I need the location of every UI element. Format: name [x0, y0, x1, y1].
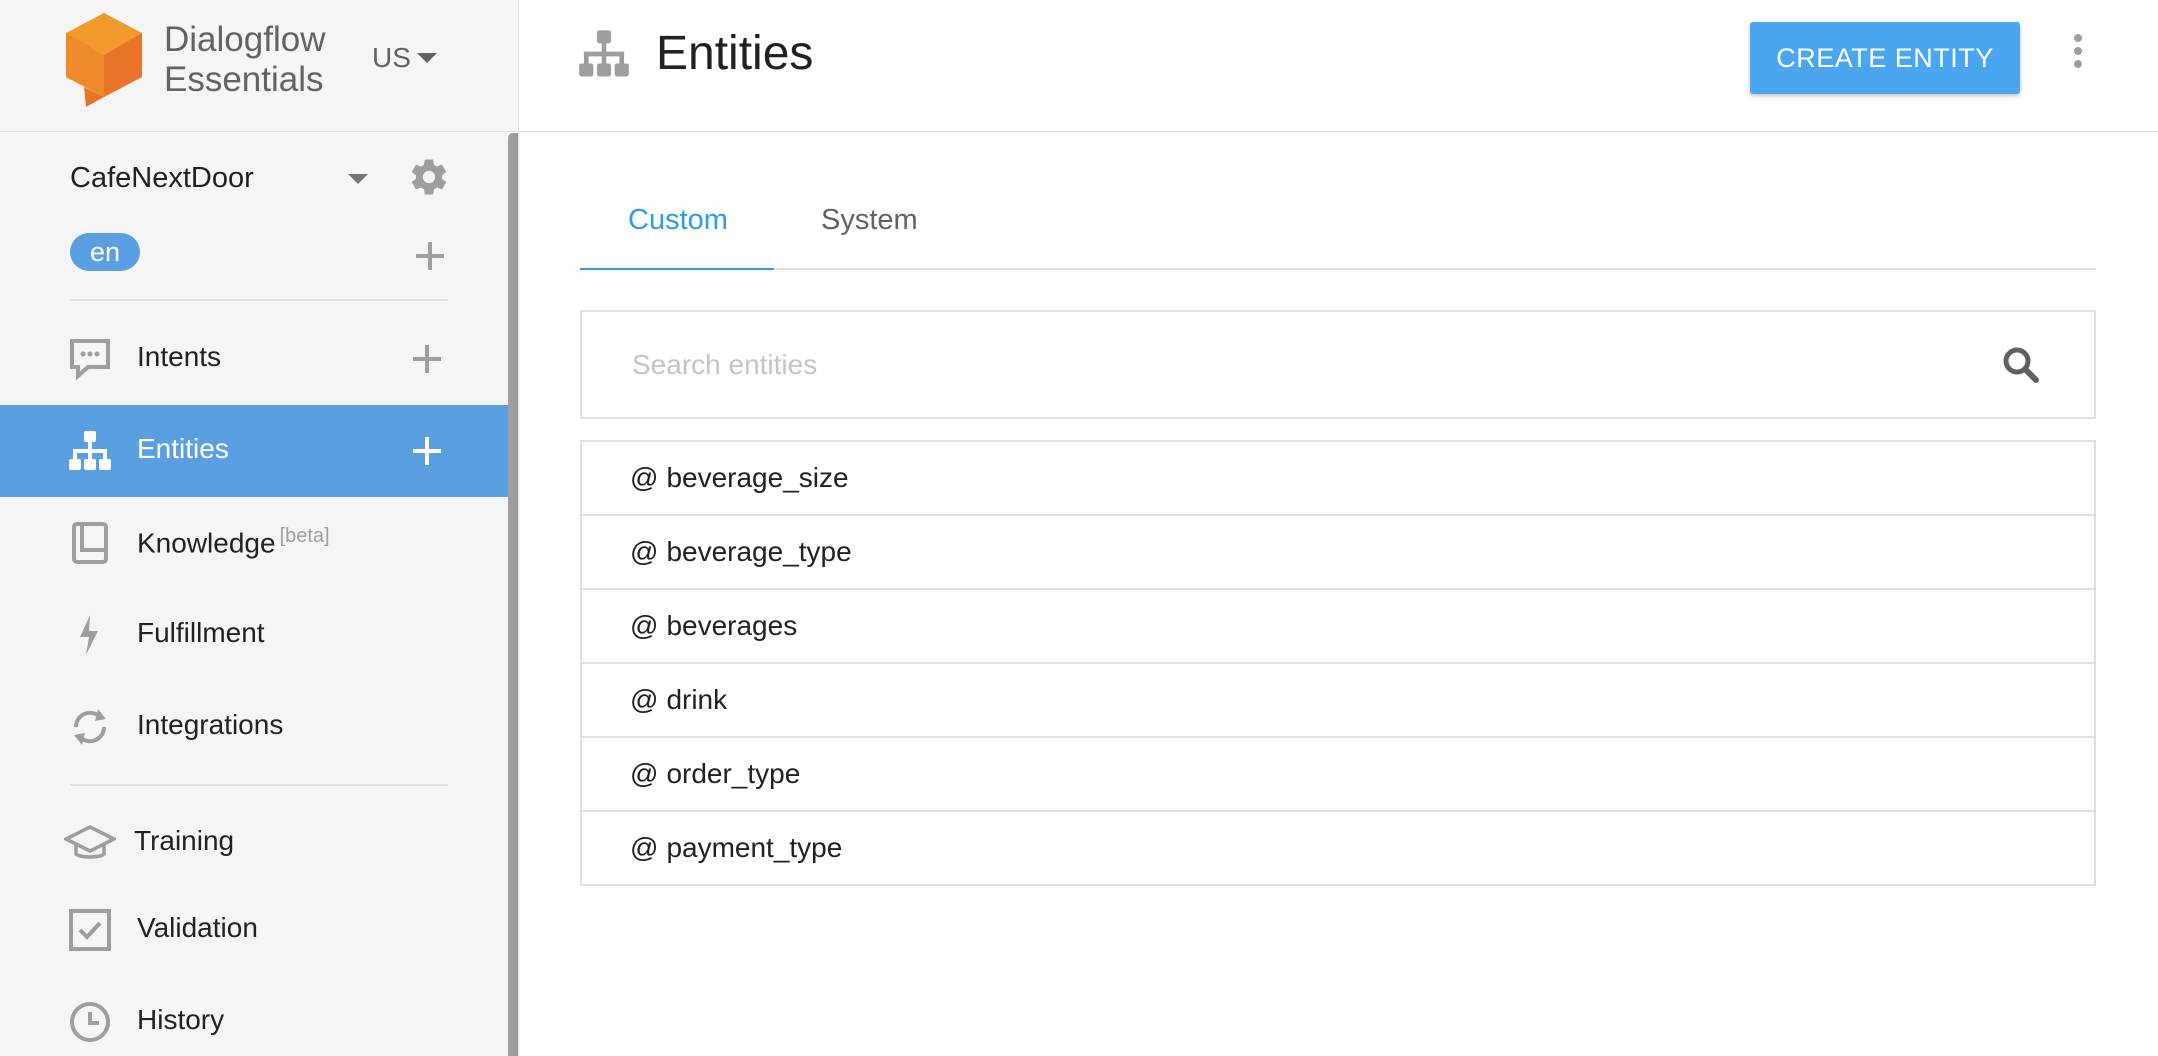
gear-icon[interactable]: [408, 156, 450, 198]
sidebar-item-training[interactable]: Training: [0, 797, 508, 889]
create-entity-button[interactable]: CREATE ENTITY: [1750, 22, 2020, 94]
product-name-line2: Essentials: [164, 60, 324, 99]
dialogflow-logo-icon: [66, 13, 142, 107]
clock-icon: [70, 1002, 110, 1042]
agent-name[interactable]: CafeNextDoor: [70, 162, 254, 195]
at-symbol: @: [630, 462, 659, 493]
book-icon: [72, 522, 108, 564]
sidebar-item-label: Validation: [137, 912, 258, 943]
sidebar-item-label: Integrations: [137, 709, 284, 740]
more-options-icon[interactable]: [2068, 34, 2088, 74]
speech-bubble-icon: [70, 339, 110, 381]
hierarchy-icon: [69, 431, 111, 470]
entity-name: beverage_size: [666, 462, 849, 493]
sidebar-item-label: Entities: [137, 433, 229, 464]
sidebar-item-fulfillment[interactable]: Fulfillment: [0, 589, 508, 681]
search-input[interactable]: [630, 342, 1934, 388]
sidebar-item-label: Training: [134, 825, 235, 856]
add-intent-icon[interactable]: [413, 345, 441, 373]
sidebar-item-integrations[interactable]: Integrations: [0, 681, 508, 773]
product-name: Dialogflow Essentials: [164, 20, 325, 100]
logo-area: Dialogflow Essentials US: [0, 0, 518, 132]
list-item[interactable]: @ payment_type: [582, 812, 2094, 884]
at-symbol: @: [630, 536, 659, 567]
active-tab-indicator: [580, 268, 774, 270]
sync-icon: [73, 709, 107, 745]
chevron-down-icon: [416, 53, 437, 63]
divider: [70, 299, 448, 301]
knowledge-label: Knowledge: [137, 527, 276, 559]
entity-list: @ beverage_size @ beverage_type @ bevera…: [580, 440, 2096, 886]
tab-custom[interactable]: Custom: [628, 204, 728, 237]
list-item[interactable]: @ beverage_size: [582, 442, 2094, 516]
search-box: [580, 310, 2096, 419]
entity-name: order_type: [666, 758, 801, 789]
sidebar-item-label: Knowledge [beta]: [137, 525, 330, 559]
entity-name: beverage_type: [666, 536, 852, 567]
list-item[interactable]: @ beverage_type: [582, 516, 2094, 590]
sidebar-item-label: History: [137, 1004, 225, 1035]
list-item[interactable]: @ order_type: [582, 738, 2094, 812]
sidebar-item-knowledge[interactable]: Knowledge [beta]: [0, 497, 508, 589]
entity-tabs: Custom System: [580, 190, 2096, 270]
list-item[interactable]: @ drink: [582, 664, 2094, 738]
entity-name: payment_type: [666, 832, 843, 863]
sidebar: Dialogflow Essentials US CafeNextDoor en…: [0, 0, 519, 1056]
sidebar-item-label: Fulfillment: [137, 617, 265, 648]
sidebar-item-validation[interactable]: Validation: [0, 884, 508, 976]
hierarchy-icon: [579, 30, 629, 77]
entity-name: drink: [666, 684, 728, 715]
list-item[interactable]: @ beverages: [582, 590, 2094, 664]
at-symbol: @: [630, 832, 659, 863]
divider: [70, 784, 448, 786]
page-title: Entities: [656, 27, 814, 80]
at-symbol: @: [630, 758, 659, 789]
search-icon[interactable]: [2000, 344, 2042, 386]
sidebar-item-history[interactable]: History: [0, 976, 508, 1056]
add-entity-icon[interactable]: [413, 437, 441, 465]
sidebar-item-label: Intents: [137, 341, 222, 372]
lightning-icon: [80, 615, 98, 655]
sidebar-scrollbar[interactable]: [508, 133, 518, 1056]
at-symbol: @: [630, 684, 659, 715]
region-label: US: [372, 42, 411, 73]
checkbox-icon: [69, 909, 111, 951]
product-name-line1: Dialogflow: [164, 20, 326, 59]
tab-system[interactable]: System: [821, 204, 918, 237]
beta-badge: [beta]: [279, 525, 330, 547]
region-selector[interactable]: US: [372, 42, 437, 74]
graduation-cap-icon: [64, 825, 116, 859]
sidebar-item-intents[interactable]: Intents: [0, 313, 508, 405]
language-chip[interactable]: en: [70, 233, 140, 271]
sidebar-item-entities[interactable]: Entities: [0, 405, 508, 497]
entity-name: beverages: [666, 610, 798, 641]
at-symbol: @: [630, 610, 659, 641]
add-language-icon[interactable]: [416, 242, 444, 270]
agent-dropdown-icon[interactable]: [348, 174, 368, 184]
